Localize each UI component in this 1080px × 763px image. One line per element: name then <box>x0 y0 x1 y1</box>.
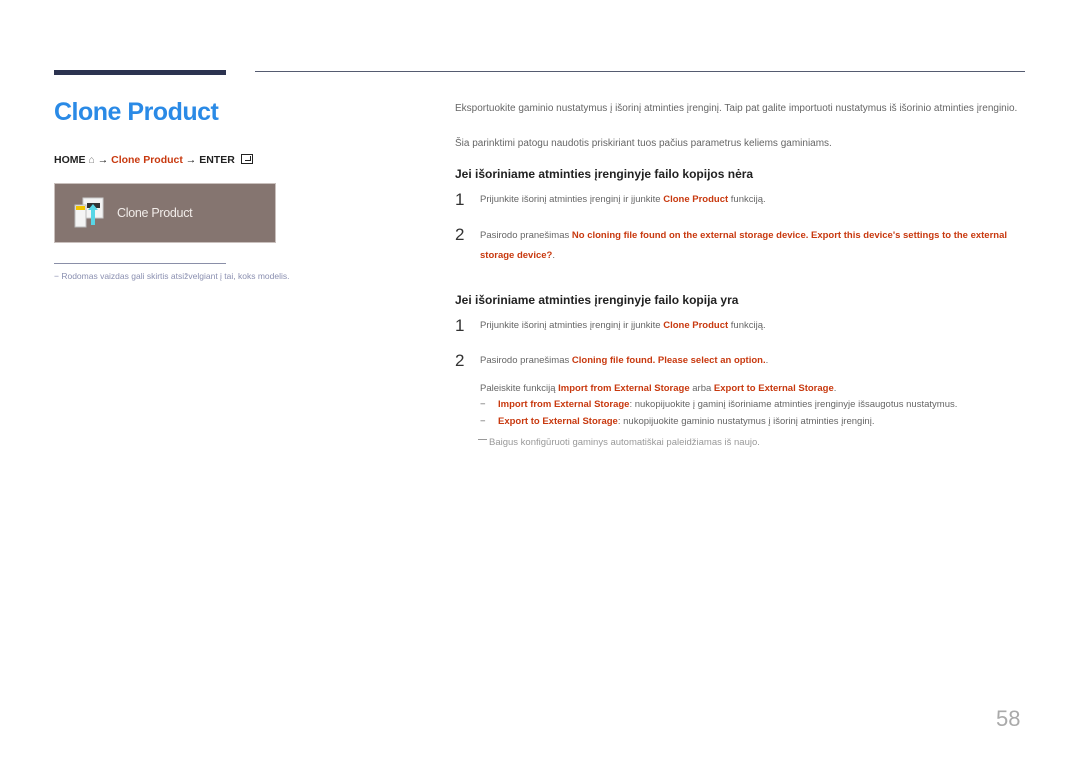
footnote-text: Baigus konfigūruoti gaminys automatiškai… <box>489 437 760 448</box>
step-highlight: Clone Product <box>663 320 729 331</box>
breadcrumb-enter: ENTER <box>199 154 235 166</box>
step-highlight: Cloning file found. Please select an opt… <box>571 355 766 366</box>
bullet-import: − Import from External Storage: nukopijuo… <box>480 397 1020 413</box>
intro-paragraph-2: Šia parinktimi patogu naudotis priskiria… <box>455 138 832 149</box>
footnote: Baigus konfigūruoti gaminys automatiškai… <box>478 437 760 448</box>
bullet-term: Import from External Storage <box>498 399 630 410</box>
breadcrumb-arrow: → <box>97 154 109 166</box>
home-icon: ⌂ <box>88 154 95 166</box>
step-text-post: funkciją. <box>728 194 766 205</box>
page-title: Clone Product <box>54 98 219 126</box>
enter-icon <box>240 154 253 164</box>
header-bar-thick <box>54 70 226 75</box>
breadcrumb-arrow: → <box>185 154 197 166</box>
clone-product-icon <box>74 197 104 228</box>
section1-heading: Jei išoriniame atminties įrenginyje fail… <box>455 167 754 181</box>
bullet-desc: : nukopijuokite gaminio nustatymus į išo… <box>617 416 875 427</box>
breadcrumb-home: HOME <box>54 154 86 166</box>
run-function-line: Paleiskite funkciją Import from External… <box>480 379 1020 399</box>
step-number: 2 <box>455 225 465 244</box>
step-text: Prijunkite išorinį atminties įrenginį ir… <box>480 316 1020 336</box>
bullet-dash: − <box>480 399 486 410</box>
step-text: Prijunkite išorinį atminties įrenginį ir… <box>480 190 1020 210</box>
run-line-mid: arba <box>689 383 714 394</box>
intro-paragraph-1: Eksportuokite gaminio nustatymus į išori… <box>455 103 1018 114</box>
step-number: 1 <box>455 190 465 209</box>
step-number: 1 <box>455 316 465 335</box>
step-text-pre: Pasirodo pranešimas <box>480 230 572 241</box>
step-text-pre: Prijunkite išorinį atminties įrenginį ir… <box>480 320 664 331</box>
step-text-pre: Prijunkite išorinį atminties įrenginį ir… <box>480 194 664 205</box>
option-export: Export to External Storage <box>713 383 834 394</box>
step-text-post: . <box>552 250 555 261</box>
step-number: 2 <box>455 351 465 370</box>
run-line-pre: Paleiskite funkciją <box>480 383 559 394</box>
step-text-post: funkciją. <box>728 320 766 331</box>
bullet-dash: − <box>480 416 486 427</box>
footnote-mark <box>478 438 487 440</box>
step-text-post: . <box>765 355 769 366</box>
bullet-term: Export to External Storage <box>498 416 618 427</box>
page-number: 58 <box>996 706 1021 731</box>
option-import: Import from External Storage <box>558 383 690 394</box>
model-note: − Rodomas vaizdas gali skirtis atsižvelg… <box>54 271 290 281</box>
clone-product-menu-tile[interactable]: Clone Product <box>54 183 276 243</box>
step-text: Pasirodo pranešimas No cloning file foun… <box>480 226 1020 266</box>
breadcrumb-item: Clone Product <box>111 154 183 166</box>
run-line-post: . <box>833 383 837 394</box>
step-text: Pasirodo pranešimas Cloning file found. … <box>480 351 1020 371</box>
note-divider <box>54 263 226 264</box>
breadcrumb: HOME ⌂ → Clone Product → ENTER <box>54 153 253 166</box>
header-rule <box>255 71 1025 72</box>
menu-tile-label: Clone Product <box>117 206 193 220</box>
step-highlight: Clone Product <box>663 194 729 205</box>
section2-heading: Jei išoriniame atminties įrenginyje fail… <box>455 293 739 307</box>
step-text-pre: Pasirodo pranešimas <box>480 355 572 366</box>
bullet-desc: : nukopijuokite į gaminį išoriniame atmi… <box>629 399 958 410</box>
bullet-export: − Export to External Storage: nukopijuoki… <box>480 414 1020 430</box>
